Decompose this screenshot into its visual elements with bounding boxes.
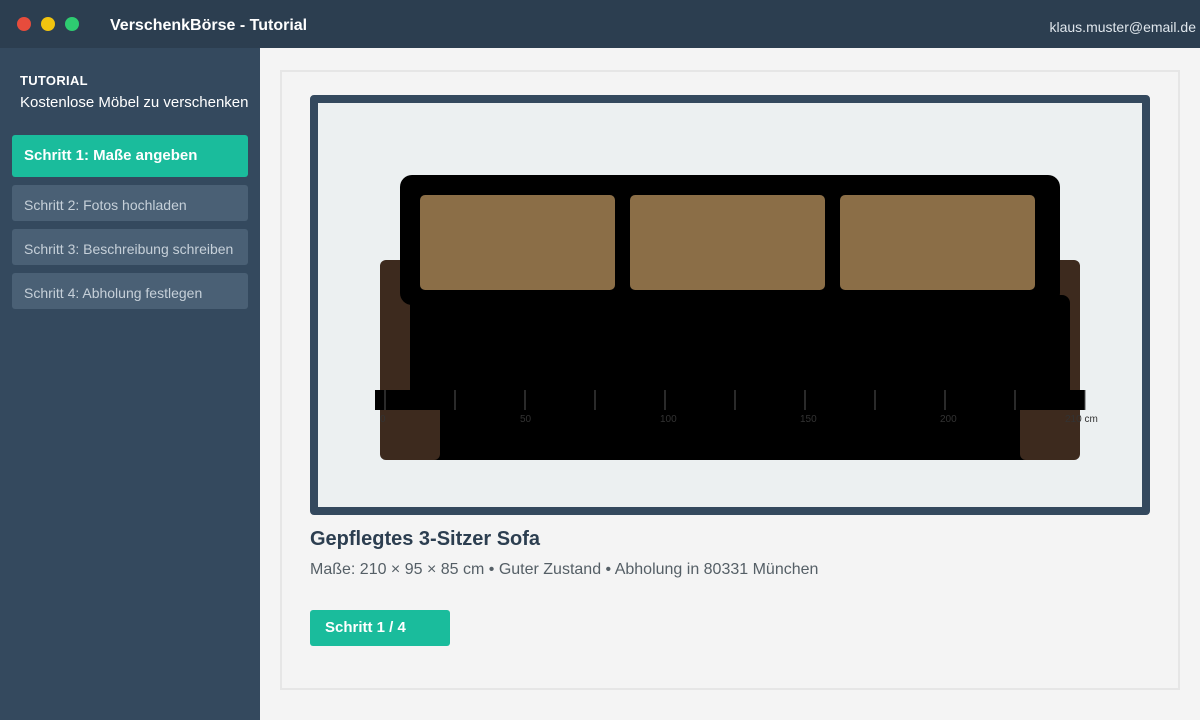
ruler-bar — [375, 390, 1085, 410]
back-cushion-right — [840, 195, 1035, 290]
user-email[interactable]: klaus.muster@email.de — [1050, 18, 1197, 36]
title-bar: VerschenkBörse - Tutorial klaus.muster@e… — [0, 0, 1200, 48]
sofa-preview: 0 50 100 150 200 210 cm — [310, 95, 1150, 515]
maximize-window-button[interactable] — [65, 17, 79, 31]
app-title: VerschenkBörse - Tutorial — [110, 17, 308, 34]
item-details: Maße: 210 × 95 × 85 cm • Guter Zustand •… — [310, 561, 819, 578]
step-2-photos[interactable]: Schritt 2: Fotos hochladen — [12, 185, 248, 221]
ruler-label: 100 — [660, 414, 677, 425]
step-progress-button[interactable]: Schritt 1 / 4 — [310, 610, 450, 646]
ruler-label: 0 — [380, 414, 386, 425]
back-cushion-left — [420, 195, 615, 290]
ruler-label: 50 — [520, 414, 532, 425]
back-cushion-middle — [630, 195, 825, 290]
minimize-window-button[interactable] — [41, 17, 55, 31]
sidebar-subtitle: Kostenlose Möbel zu verschenken — [20, 94, 249, 111]
ruler-label: 150 — [800, 414, 817, 425]
step-1-measurements[interactable]: Schritt 1: Maße angeben — [12, 135, 248, 177]
ruler-label: 200 — [940, 414, 957, 425]
sofa-seat — [410, 295, 1070, 405]
sidebar: TUTORIAL Kostenlose Möbel zu verschenken… — [0, 48, 260, 720]
sofa-illustration: 0 50 100 150 200 210 cm — [375, 175, 1098, 460]
ruler-label: 210 cm — [1065, 414, 1098, 425]
item-title: Gepflegtes 3-Sitzer Sofa — [310, 528, 541, 550]
step-4-pickup[interactable]: Schritt 4: Abholung festlegen — [12, 273, 248, 309]
sidebar-heading: TUTORIAL — [20, 73, 88, 88]
step-3-description[interactable]: Schritt 3: Beschreibung schreiben — [12, 229, 248, 265]
close-window-button[interactable] — [17, 17, 31, 31]
